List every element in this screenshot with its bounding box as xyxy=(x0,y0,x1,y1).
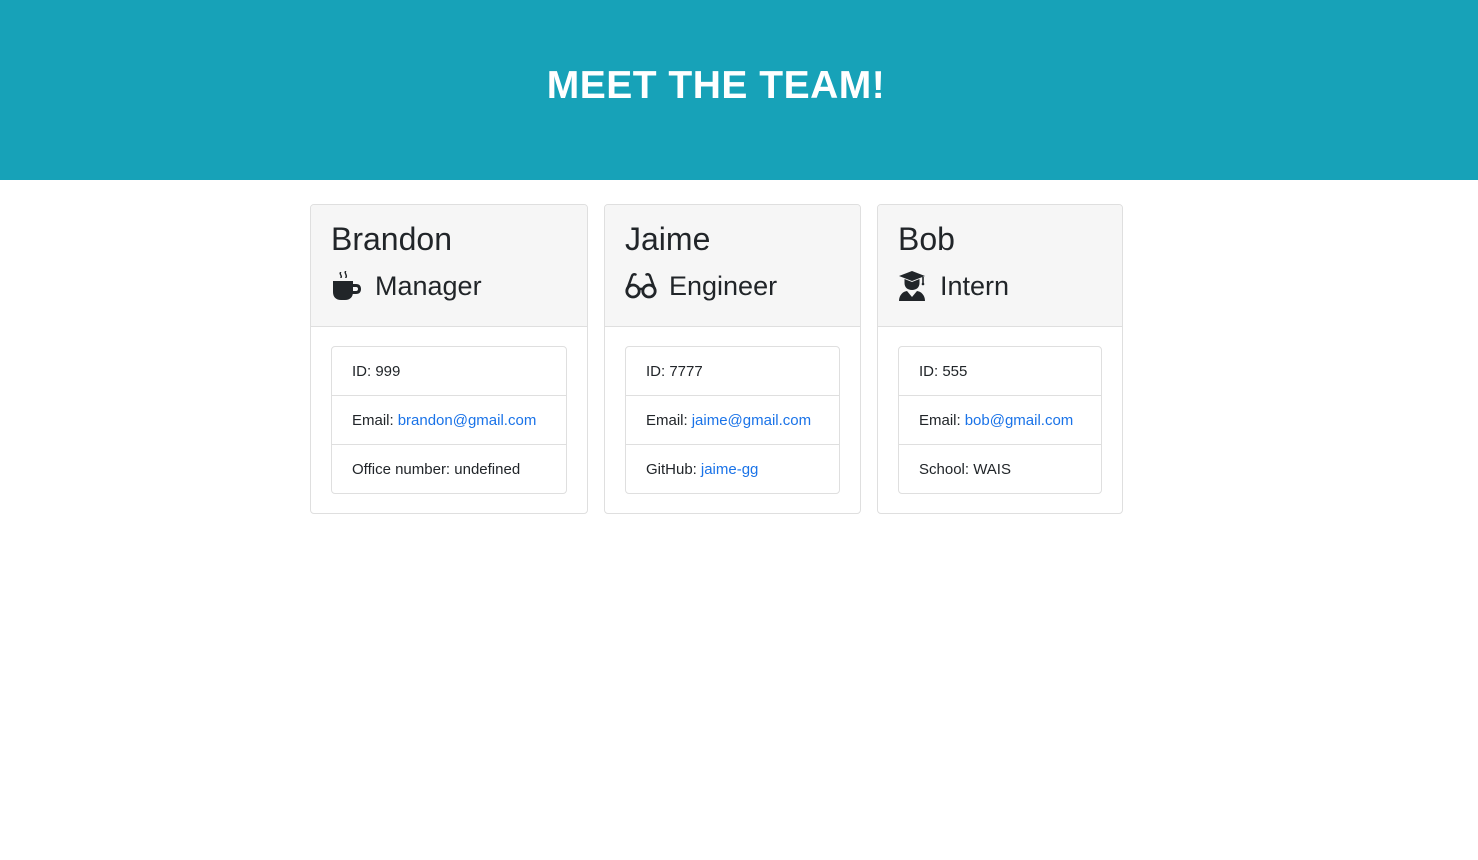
email-label: Email: xyxy=(646,411,688,429)
employee-card-manager: Brandon Manager ID: 999 Email: brandon@gm… xyxy=(310,204,588,514)
page-header: MEET THE TEAM! xyxy=(0,0,1478,180)
glasses-icon xyxy=(625,270,657,302)
employee-details: ID: 999 Email: brandon@gmail.com Office n… xyxy=(331,346,567,494)
employee-id-text: ID: 999 xyxy=(352,362,401,380)
github-link[interactable]: jaime-gg xyxy=(701,461,759,478)
email-link[interactable]: jaime@gmail.com xyxy=(692,412,811,429)
employee-id-text: ID: 555 xyxy=(919,362,968,380)
github: GitHub: jaime-gg xyxy=(626,445,839,494)
page-title: MEET THE TEAM! xyxy=(546,64,886,107)
card-header: Brandon Manager xyxy=(311,205,587,327)
employee-email: Email: jaime@gmail.com xyxy=(626,396,839,445)
github-label: GitHub: xyxy=(646,461,697,478)
employee-card-intern: Bob Intern ID: 555 Email: bob@gmail.com S… xyxy=(877,204,1123,514)
coffee-mug-icon xyxy=(331,270,363,302)
card-header: Jaime Engineer xyxy=(605,205,860,327)
employee-id: ID: 555 xyxy=(899,347,1101,396)
employee-id: ID: 7777 xyxy=(626,347,839,396)
employee-id: ID: 999 xyxy=(332,347,566,396)
card-header: Bob Intern xyxy=(878,205,1122,327)
role-label: Intern xyxy=(940,271,1010,301)
employee-id-text: ID: 7777 xyxy=(646,362,703,380)
employee-details: ID: 555 Email: bob@gmail.com School: WAIS xyxy=(898,346,1102,494)
email-label: Email: xyxy=(352,411,394,429)
office-number: Office number: undefined xyxy=(332,445,566,494)
employee-card-engineer: Jaime Engineer ID: 7777 Email: jaime@gmai… xyxy=(604,204,861,514)
email-link[interactable]: bob@gmail.com xyxy=(965,412,1074,429)
employee-name: Brandon xyxy=(331,221,452,257)
email-label: Email: xyxy=(919,411,961,429)
email-link[interactable]: brandon@gmail.com xyxy=(398,412,537,429)
employee-role: Engineer xyxy=(625,268,777,304)
employee-role: Manager xyxy=(331,268,482,304)
role-label: Manager xyxy=(375,271,482,301)
school: School: WAIS xyxy=(899,445,1101,494)
employee-role: Intern xyxy=(898,268,1009,304)
school-text: School: WAIS xyxy=(919,461,1011,478)
graduate-icon xyxy=(898,270,926,302)
employee-name: Jaime xyxy=(625,221,711,257)
employee-email: Email: bob@gmail.com xyxy=(899,396,1101,445)
office-number-text: Office number: undefined xyxy=(352,461,521,478)
role-label: Engineer xyxy=(669,271,778,301)
employee-email: Email: brandon@gmail.com xyxy=(332,396,566,445)
employee-details: ID: 7777 Email: jaime@gmail.com GitHub: ja… xyxy=(625,346,840,494)
employee-name: Bob xyxy=(898,221,955,257)
